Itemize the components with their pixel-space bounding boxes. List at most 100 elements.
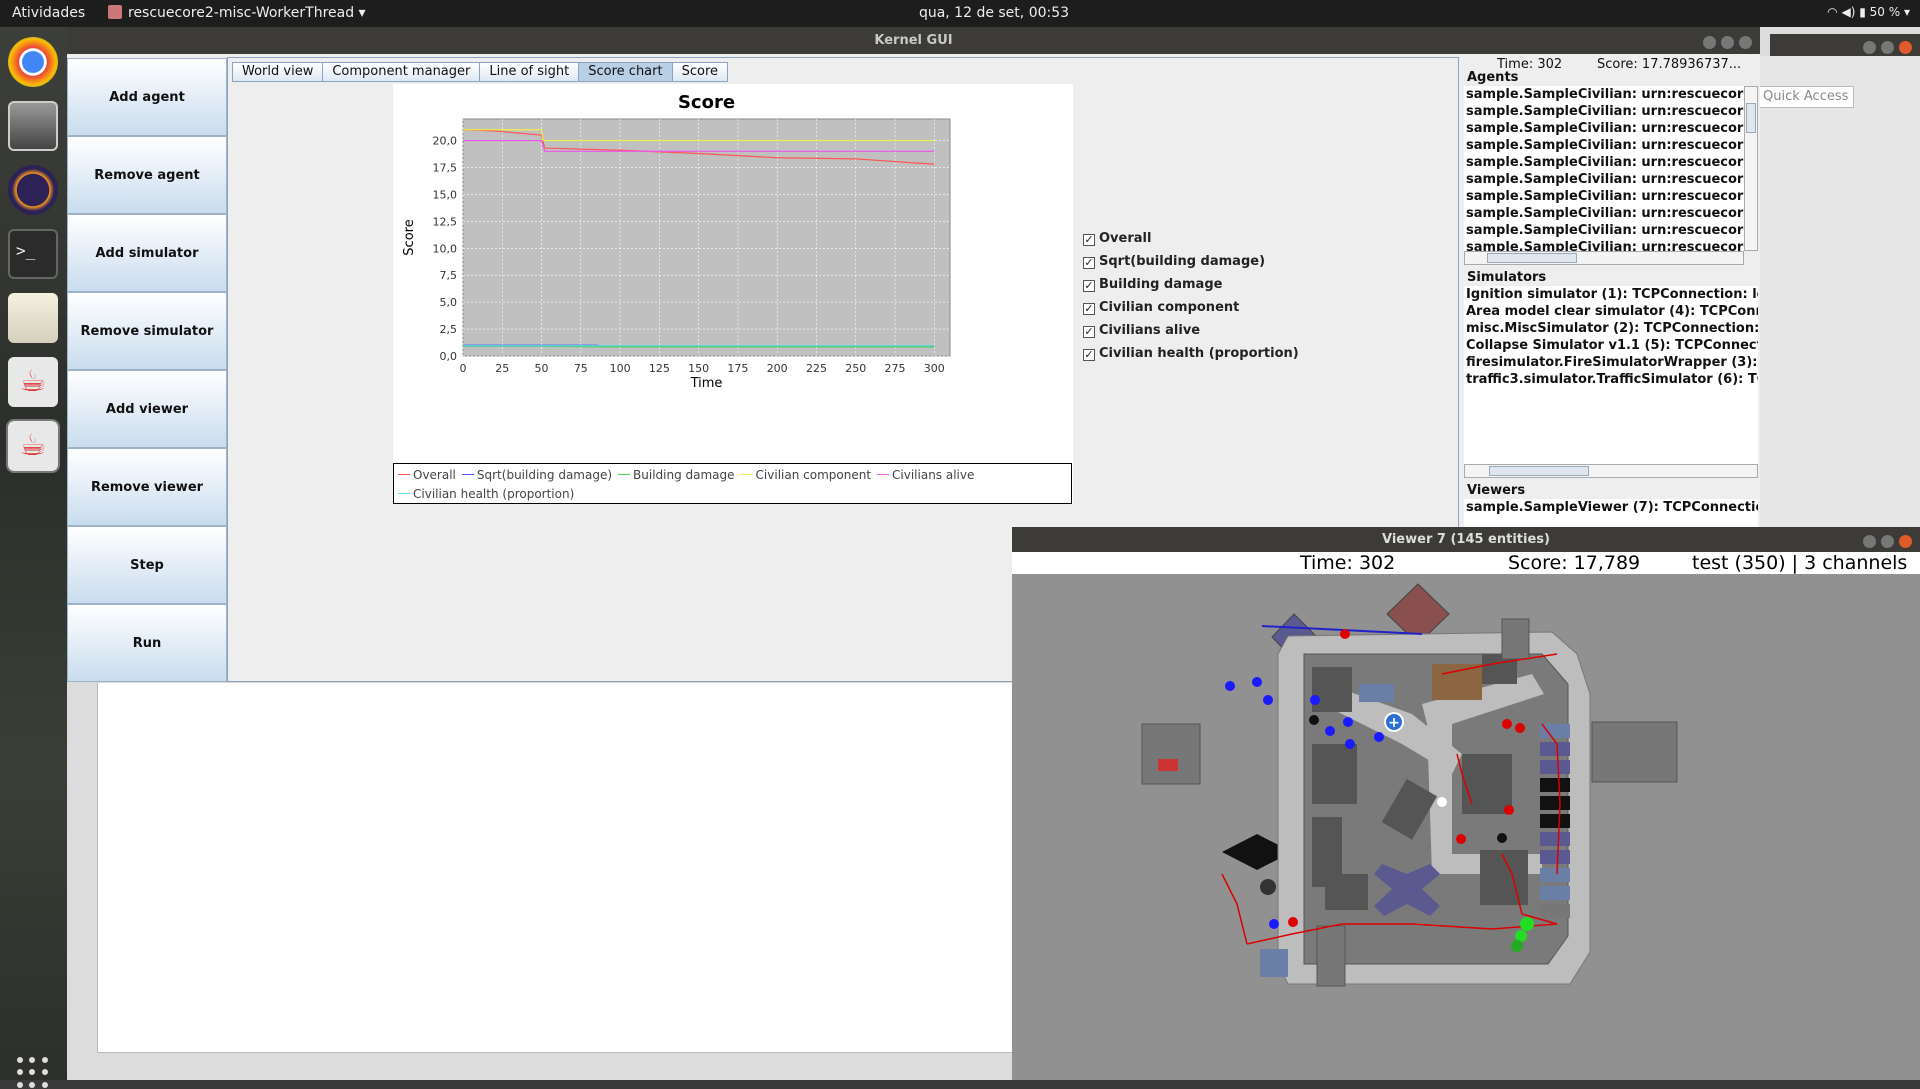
- viewer-time: Time: 302: [1300, 552, 1396, 574]
- close-icon[interactable]: [1899, 535, 1912, 548]
- list-item[interactable]: sample.SampleCivilian: urn:rescuecore: [1466, 188, 1744, 205]
- legend-swatch: [461, 474, 474, 475]
- x-tick-label: 150: [688, 362, 709, 375]
- y-tick-label: 15,0: [433, 188, 458, 201]
- list-item[interactable]: traffic3.simulator.TrafficSimulator (6):…: [1466, 371, 1758, 388]
- clock[interactable]: qua, 12 de set, 00:53: [0, 5, 1920, 21]
- agents-vertical-scrollbar[interactable]: [1744, 86, 1758, 251]
- remove-viewer-button[interactable]: Remove viewer: [67, 448, 227, 526]
- svg-text:+: +: [1388, 715, 1400, 731]
- list-item[interactable]: Ignition simulator (1): TCPConnection: l…: [1466, 286, 1758, 303]
- legend-item: Overall: [398, 466, 456, 485]
- wifi-icon: ◠: [1827, 5, 1838, 19]
- x-tick-label: 0: [460, 362, 467, 375]
- list-item[interactable]: sample.SampleViewer (7): TCPConnection: [1466, 499, 1758, 516]
- java-icon[interactable]: ☕: [6, 419, 60, 473]
- series-toggle[interactable]: ✓ Civilian component: [1083, 299, 1299, 322]
- show-apps-icon[interactable]: [17, 1057, 49, 1089]
- agents-header: Agents: [1467, 70, 1519, 85]
- maximize-icon[interactable]: [1881, 535, 1894, 548]
- list-item[interactable]: sample.SampleCivilian: urn:rescuecore: [1466, 239, 1744, 251]
- viewer-score: Score: 17,789: [1508, 552, 1641, 574]
- viewer-window: Viewer 7 (145 entities) Time: 302 Score:…: [1012, 527, 1920, 1080]
- checkbox[interactable]: ✓: [1083, 349, 1095, 361]
- simulators-horizontal-scrollbar[interactable]: [1464, 464, 1758, 478]
- tab-score-chart[interactable]: Score chart: [578, 62, 673, 82]
- city-map[interactable]: +: [1012, 574, 1920, 1080]
- checkbox[interactable]: ✓: [1083, 326, 1095, 338]
- java-icon[interactable]: ☕: [8, 357, 58, 407]
- x-axis-label: Time: [690, 376, 723, 391]
- tab-line-of-sight[interactable]: Line of sight: [479, 62, 580, 82]
- building: [1141, 723, 1201, 785]
- list-item[interactable]: Collapse Simulator v1.1 (5): TCPConnecti…: [1466, 337, 1758, 354]
- checkbox[interactable]: ✓: [1083, 257, 1095, 269]
- viewers-list[interactable]: sample.SampleViewer (7): TCPConnection: [1464, 499, 1758, 529]
- minimize-icon[interactable]: [1863, 535, 1876, 548]
- y-axis-label: Score: [402, 219, 417, 255]
- x-tick-label: 300: [924, 362, 945, 375]
- checkbox-label: Civilians alive: [1099, 323, 1201, 338]
- list-item[interactable]: sample.SampleCivilian: urn:rescuecore: [1466, 86, 1744, 103]
- tab-world-view[interactable]: World view: [232, 62, 324, 82]
- text-editor-icon[interactable]: [8, 293, 58, 343]
- step-button[interactable]: Step: [67, 526, 227, 604]
- battery-level: 50 %: [1869, 5, 1901, 19]
- add-simulator-button[interactable]: Add simulator: [67, 214, 227, 292]
- scroll-thumb[interactable]: [1746, 103, 1756, 133]
- list-item[interactable]: sample.SampleCivilian: urn:rescuecore: [1466, 154, 1744, 171]
- close-icon[interactable]: [1739, 36, 1752, 49]
- viewer-info: test (350) | 3 channels: [1692, 552, 1908, 574]
- list-item[interactable]: sample.SampleCivilian: urn:rescuecore: [1466, 120, 1744, 137]
- map-drawing: +: [1012, 574, 1920, 1080]
- list-item[interactable]: misc.MiscSimulator (2): TCPConnection: l…: [1466, 320, 1758, 337]
- series-toggle[interactable]: ✓ Civilian health (proportion): [1083, 345, 1299, 368]
- series-toggle[interactable]: ✓ Civilians alive: [1083, 322, 1299, 345]
- files-icon[interactable]: [8, 101, 58, 151]
- quick-access-input[interactable]: Quick Access: [1758, 86, 1854, 108]
- chart-svg: Score 0,0 2,5 5,0 7,5 10,0 12,5 15,0 17,5 20,0 0 25…: [402, 92, 951, 391]
- viewer-title: Viewer 7 (145 entities): [1012, 527, 1920, 552]
- series-toggle[interactable]: ✓ Sqrt(building damage): [1083, 253, 1299, 276]
- battery-icon: ▮: [1859, 5, 1866, 19]
- maximize-icon[interactable]: [1721, 36, 1734, 49]
- x-tick-label: 225: [806, 362, 827, 375]
- list-item[interactable]: sample.SampleCivilian: urn:rescuecore: [1466, 137, 1744, 154]
- run-button[interactable]: Run: [67, 604, 227, 682]
- checkbox[interactable]: ✓: [1083, 303, 1095, 315]
- x-tick-label: 200: [767, 362, 788, 375]
- x-tick-label: 75: [574, 362, 588, 375]
- list-item[interactable]: Area model clear simulator (4): TCPConne: [1466, 303, 1758, 320]
- checkbox-label: Overall: [1099, 231, 1152, 246]
- system-tray[interactable]: ◠ ◀) ▮ 50 % ▾: [1827, 5, 1910, 19]
- control-buttons: Add agent Remove agent Add simulator Rem…: [67, 58, 227, 682]
- list-item[interactable]: firesimulator.FireSimulatorWrapper (3): …: [1466, 354, 1758, 371]
- terminal-icon[interactable]: >_: [8, 229, 58, 279]
- tab-score[interactable]: Score: [671, 62, 729, 82]
- top-bar: Atividades rescuecore2-misc-WorkerThread…: [0, 0, 1920, 27]
- add-viewer-button[interactable]: Add viewer: [67, 370, 227, 448]
- scroll-thumb[interactable]: [1487, 253, 1577, 263]
- legend-item: Civilian component: [740, 466, 871, 485]
- list-item[interactable]: sample.SampleCivilian: urn:rescuecore: [1466, 103, 1744, 120]
- list-item[interactable]: sample.SampleCivilian: urn:rescuecore: [1466, 171, 1744, 188]
- agents-horizontal-scrollbar[interactable]: [1464, 251, 1744, 265]
- scroll-thumb[interactable]: [1489, 466, 1589, 476]
- remove-agent-button[interactable]: Remove agent: [67, 136, 227, 214]
- simulators-list[interactable]: Ignition simulator (1): TCPConnection: l…: [1464, 286, 1758, 464]
- eclipse-icon[interactable]: [8, 165, 58, 215]
- series-toggle[interactable]: ✓ Overall: [1083, 230, 1299, 253]
- checkbox[interactable]: ✓: [1083, 234, 1095, 246]
- legend-swatch: [398, 474, 410, 475]
- viewers-header: Viewers: [1467, 483, 1526, 498]
- remove-simulator-button[interactable]: Remove simulator: [67, 292, 227, 370]
- series-toggle[interactable]: ✓ Building damage: [1083, 276, 1299, 299]
- list-item[interactable]: sample.SampleCivilian: urn:rescuecore: [1466, 205, 1744, 222]
- agents-list[interactable]: sample.SampleCivilian: urn:rescuecore sam…: [1464, 86, 1744, 251]
- chrome-icon[interactable]: [8, 37, 58, 87]
- checkbox[interactable]: ✓: [1083, 280, 1095, 292]
- list-item[interactable]: sample.SampleCivilian: urn:rescuecore: [1466, 222, 1744, 239]
- tab-component-manager[interactable]: Component manager: [322, 62, 481, 82]
- minimize-icon[interactable]: [1703, 36, 1716, 49]
- add-agent-button[interactable]: Add agent: [67, 58, 227, 136]
